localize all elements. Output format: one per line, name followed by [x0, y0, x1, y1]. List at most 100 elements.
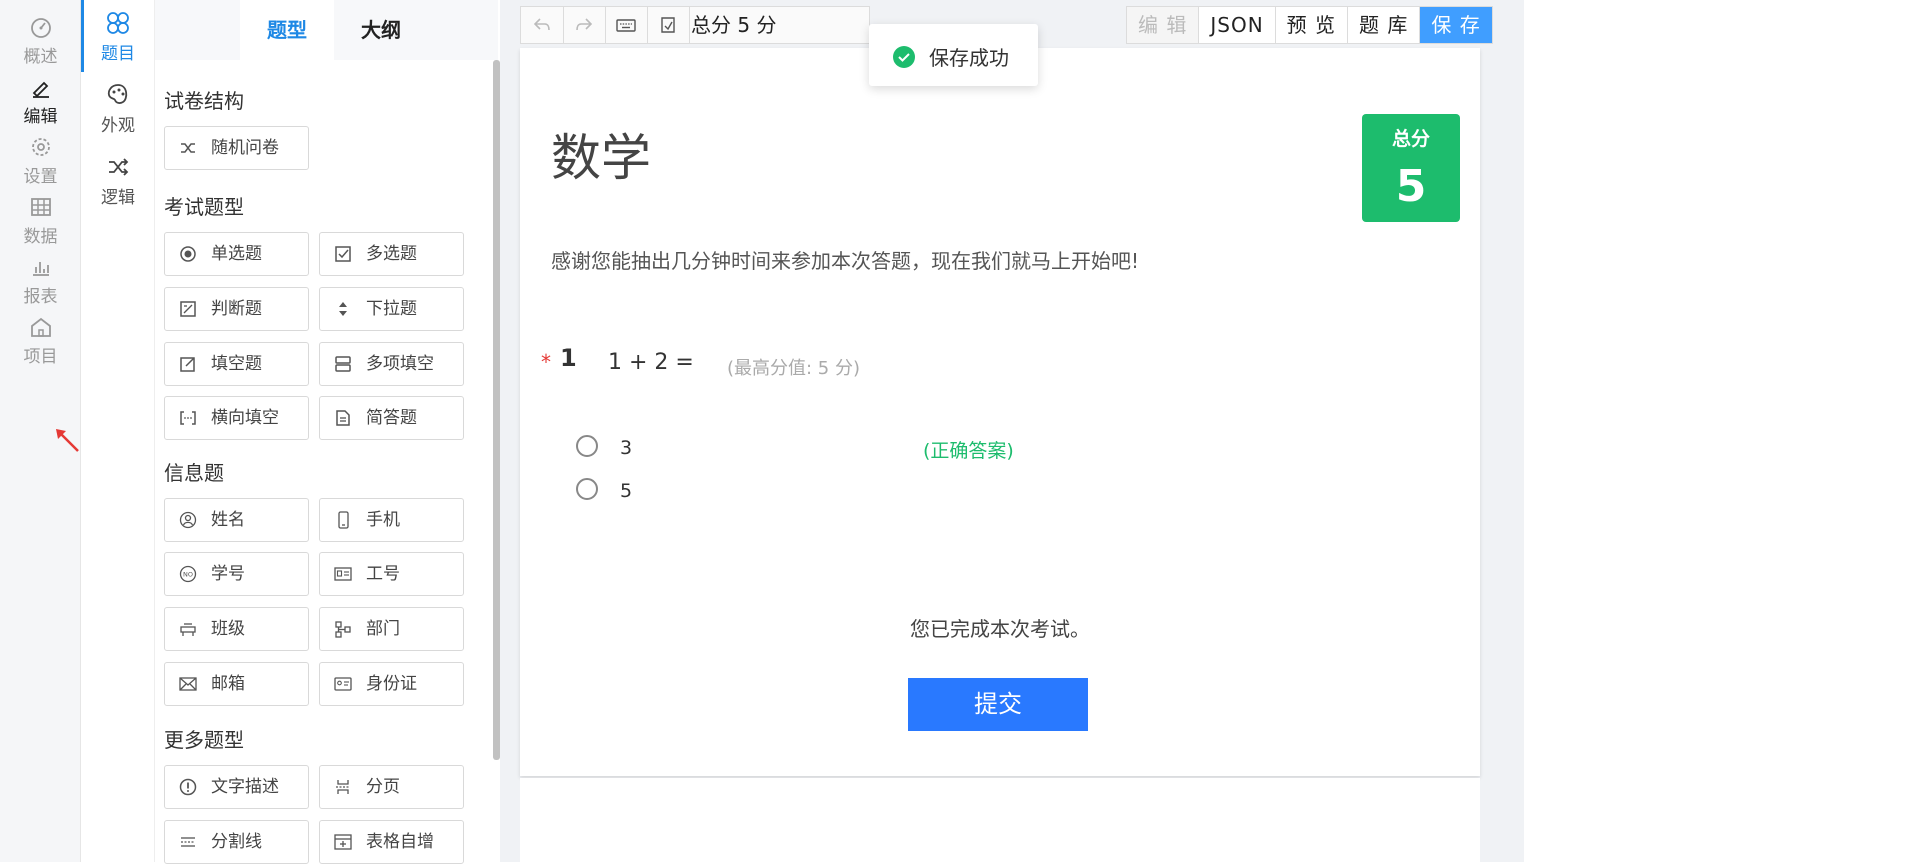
palette-item-employee-id[interactable]: 工号	[319, 552, 464, 596]
keyboard-button[interactable]	[605, 7, 648, 43]
sub-nav-item-appearance[interactable]: 外观	[81, 72, 155, 144]
department-icon	[335, 621, 351, 638]
right-blank-area	[1524, 0, 1910, 862]
palette-item-label: 分页	[366, 777, 400, 797]
section-title-exam-structure: 试卷结构	[164, 89, 244, 113]
user-icon	[179, 511, 197, 529]
toast-message: 保存成功	[929, 46, 1009, 70]
palette-item-id-card[interactable]: 身份证	[319, 662, 464, 706]
exam-paper: 数学 总分 5 感谢您能抽出几分钟时间来参加本次答题，现在我们就马上开始吧! *…	[520, 48, 1480, 776]
badge-icon	[334, 567, 352, 581]
sub-nav-item-questions[interactable]: 题目	[81, 0, 155, 72]
palette-icon	[107, 84, 128, 104]
question-palette: 试卷结构 随机问卷 考试题型 单选题 多选题 判断题 下拉题 填空题 多项填空 …	[155, 60, 498, 864]
save-button[interactable]: 保 存	[1420, 7, 1492, 43]
question-max-score: (最高分值: 5 分)	[727, 358, 861, 379]
sub-nav-label: 逻辑	[101, 188, 135, 208]
gear-icon	[31, 138, 50, 156]
nav-item-projects[interactable]: 项目	[0, 300, 81, 367]
table-icon	[30, 198, 51, 216]
palette-item-true-false[interactable]: 判断题	[164, 287, 309, 331]
check-circle-icon	[893, 46, 915, 68]
correct-answer-tag: (正确答案)	[923, 440, 1014, 462]
palette-item-text-description[interactable]: 文字描述	[164, 765, 309, 809]
palette-item-dropdown[interactable]: 下拉题	[319, 287, 464, 331]
save-success-toast: 保存成功	[869, 24, 1038, 86]
table-add-icon	[334, 834, 352, 850]
palette-item-name[interactable]: 姓名	[164, 498, 309, 542]
submit-button[interactable]: 提交	[908, 678, 1088, 731]
palette-item-label: 身份证	[366, 674, 417, 694]
sub-nav-item-logic[interactable]: 逻辑	[81, 144, 155, 216]
option-radio[interactable]	[576, 435, 598, 457]
undo-button[interactable]	[521, 7, 564, 43]
palette-item-short-answer[interactable]: 简答题	[319, 396, 464, 440]
nav-label: 项目	[23, 347, 58, 367]
palette-item-label: 学号	[211, 564, 245, 584]
paper-description[interactable]: 感谢您能抽出几分钟时间来参加本次答题，现在我们就马上开始吧!	[551, 245, 1139, 274]
palette-item-label: 简答题	[366, 408, 417, 428]
preview-button[interactable]: 预 览	[1276, 7, 1349, 43]
redo-icon	[576, 18, 593, 31]
mail-icon	[179, 677, 197, 691]
section-title-info-types: 信息题	[164, 461, 224, 485]
palette-item-horizontal-fill[interactable]: 横向填空	[164, 396, 309, 440]
palette-item-department[interactable]: 部门	[319, 607, 464, 651]
palette-item-label: 部门	[366, 619, 400, 639]
redo-button[interactable]	[563, 7, 606, 43]
palette-item-class[interactable]: 班级	[164, 607, 309, 651]
json-button[interactable]: JSON	[1199, 7, 1276, 43]
palette-item-table-auto-increment[interactable]: 表格自增	[319, 820, 464, 864]
palette-item-phone[interactable]: 手机	[319, 498, 464, 542]
paper-title[interactable]: 数学	[551, 118, 651, 190]
import-button[interactable]	[647, 7, 690, 43]
option-radio[interactable]	[576, 478, 598, 500]
question-bank-button[interactable]: 题 库	[1348, 7, 1421, 43]
palette-item-page-break[interactable]: 分页	[319, 765, 464, 809]
tab-question-types[interactable]: 题型	[240, 0, 334, 60]
palette-item-email[interactable]: 邮箱	[164, 662, 309, 706]
palette-scrollbar[interactable]	[493, 60, 500, 760]
document-icon	[336, 410, 350, 426]
palette-item-multi-choice[interactable]: 多选题	[319, 232, 464, 276]
question-text[interactable]: 1 + 2 =	[608, 350, 694, 375]
multi-fill-icon	[335, 356, 351, 372]
section-title-exam-types: 考试题型	[164, 195, 244, 219]
palette-item-label: 判断题	[211, 299, 262, 319]
palette-item-multi-fill[interactable]: 多项填空	[319, 342, 464, 386]
shuffle-icon	[109, 158, 129, 176]
radio-icon	[180, 246, 196, 262]
palette-item-label: 单选题	[211, 244, 262, 264]
home-icon	[30, 317, 51, 337]
palette-item-label: 下拉题	[366, 299, 417, 319]
class-icon	[180, 623, 196, 636]
edit-button[interactable]: 编 辑	[1127, 7, 1200, 43]
nav-item-data[interactable]: 数据	[0, 180, 81, 247]
edit-icon	[180, 357, 195, 372]
shuffle-icon	[181, 143, 195, 153]
palette-item-label: 工号	[366, 564, 400, 584]
palette-item-fill-blank[interactable]: 填空题	[164, 342, 309, 386]
palette-item-single-choice[interactable]: 单选题	[164, 232, 309, 276]
nav-item-overview[interactable]: 概述	[0, 0, 81, 67]
nav-item-settings[interactable]: 设置	[0, 120, 81, 187]
dropdown-icon	[339, 302, 347, 316]
palette-item-student-id[interactable]: NO 学号	[164, 552, 309, 596]
page-break-icon	[336, 780, 350, 794]
editor-toolbar: 总分 5 分	[520, 6, 870, 44]
nav-item-edit[interactable]: 编辑	[0, 60, 81, 127]
palette-item-label: 横向填空	[211, 408, 279, 428]
palette-item-label: 多选题	[366, 244, 417, 264]
tab-outline[interactable]: 大纲	[334, 0, 428, 60]
question-number: 1	[560, 344, 577, 372]
palette-item-label: 分割线	[211, 832, 262, 852]
info-icon	[179, 778, 197, 796]
palette-item-divider[interactable]: 分割线	[164, 820, 309, 864]
palette-item-label: 班级	[211, 619, 245, 639]
option-label: 5	[620, 480, 633, 502]
sub-nav-label: 外观	[101, 116, 135, 136]
nav-item-reports[interactable]: 报表	[0, 240, 81, 307]
palette-item-label: 填空题	[211, 354, 262, 374]
palette-item-label: 姓名	[211, 510, 245, 530]
palette-item-random-paper[interactable]: 随机问卷	[164, 126, 309, 170]
